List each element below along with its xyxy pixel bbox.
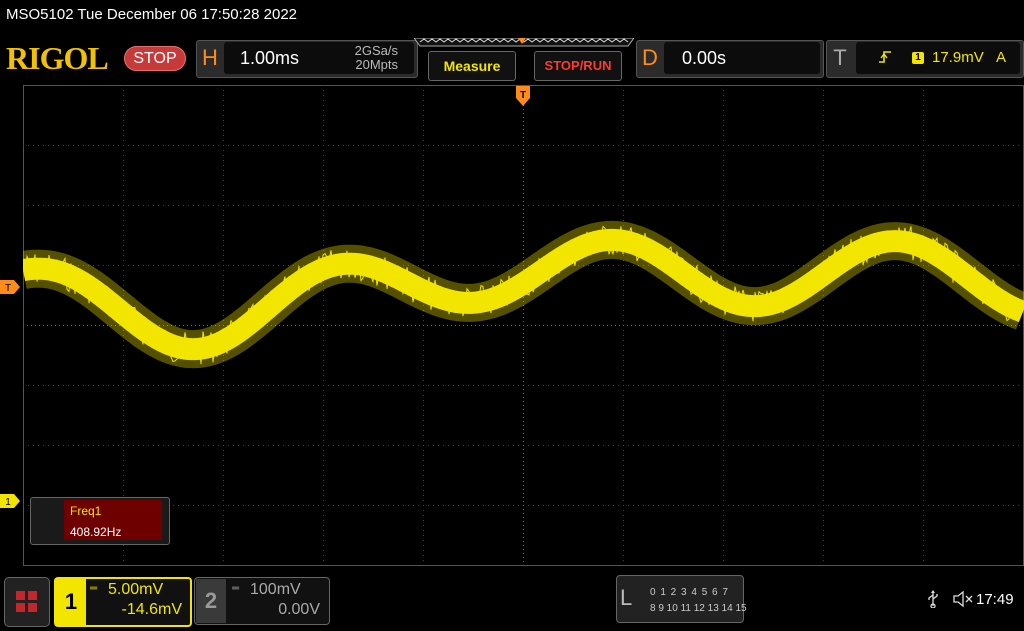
trigger-mode: A bbox=[996, 49, 1007, 66]
channel2-number: 2 bbox=[196, 579, 226, 623]
clock: 17:49 bbox=[976, 591, 1014, 608]
channel2-offset: 0.00V bbox=[278, 601, 320, 618]
trigger-label: T bbox=[833, 45, 847, 70]
timebase-value: 1.00ms bbox=[240, 48, 300, 68]
dc-coupling-icon: ═ bbox=[232, 583, 239, 594]
trigger-position-label: T bbox=[520, 90, 526, 101]
trigger-level-marker[interactable]: T bbox=[0, 280, 20, 294]
stop-run-button[interactable]: STOP/RUN bbox=[534, 51, 622, 81]
run-status-badge: STOP bbox=[124, 46, 186, 71]
waveform-display[interactable] bbox=[23, 85, 1024, 566]
trigger-level-marker-label: T bbox=[5, 283, 11, 294]
menu-grid-icon bbox=[16, 591, 37, 612]
logic-label: L bbox=[620, 585, 633, 610]
memory-depth: 20Mpts bbox=[355, 57, 398, 72]
channel1-marker-label: 1 bbox=[5, 497, 11, 508]
measurement-value: 408.92Hz bbox=[70, 525, 122, 539]
channel1-scale: 5.00mV bbox=[108, 581, 164, 598]
delay-value: 0.00s bbox=[682, 48, 727, 68]
main-menu-button[interactable] bbox=[4, 577, 50, 627]
measurement-label: Freq1 bbox=[70, 504, 102, 518]
logic-channels-row1: 0 1 2 3 4 5 6 7 bbox=[650, 587, 729, 598]
usb-icon bbox=[926, 590, 940, 613]
trigger-source-badge: 1 bbox=[912, 52, 924, 64]
memory-position-bar bbox=[414, 38, 634, 47]
trigger-position-icon[interactable]: T bbox=[516, 86, 530, 106]
trigger-level: 17.9mV bbox=[932, 49, 984, 66]
window-title: MSO5102 Tue December 06 17:50:28 2022 bbox=[6, 6, 298, 23]
measure-button[interactable]: Measure bbox=[428, 51, 516, 81]
channel1-number: 1 bbox=[56, 579, 86, 625]
horizontal-label: H bbox=[202, 45, 218, 70]
acquisition-info: 2GSa/s 20Mpts bbox=[320, 44, 398, 72]
dc-coupling-icon: ═ bbox=[90, 583, 97, 594]
channel1-offset: -14.6mV bbox=[121, 601, 182, 618]
channel2-scale: 100mV bbox=[250, 581, 301, 598]
speaker-muted-icon[interactable] bbox=[952, 590, 974, 613]
logic-channels-row2: 8 9 10 11 12 13 14 15 bbox=[650, 603, 747, 614]
logic-analyzer-panel[interactable] bbox=[616, 575, 744, 623]
sample-rate: 2GSa/s bbox=[354, 43, 398, 58]
channel1-offset-marker[interactable]: 1 bbox=[0, 494, 20, 508]
rigol-logo: RIGOL bbox=[6, 40, 109, 76]
rising-edge-icon bbox=[878, 49, 892, 69]
delay-label: D bbox=[642, 45, 658, 70]
